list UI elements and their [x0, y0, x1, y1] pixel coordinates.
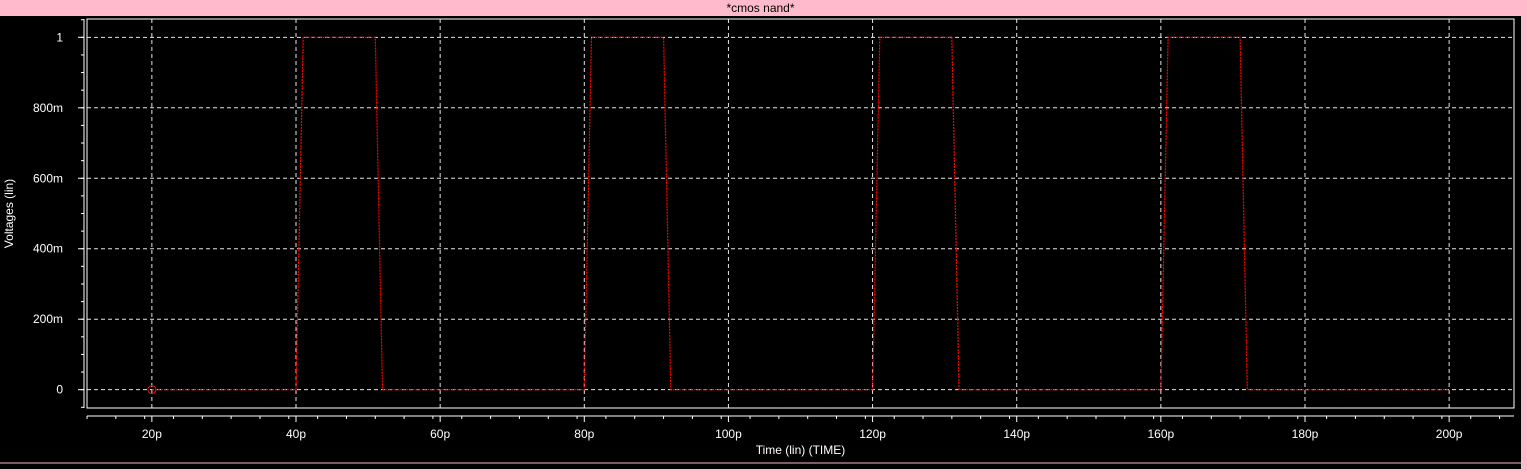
x-tick-label: 80p	[574, 427, 594, 441]
x-tick-label: 100p	[715, 427, 742, 441]
x-tick-label: 60p	[430, 427, 450, 441]
y-tick-label: 0	[56, 383, 63, 397]
x-tick-label: 140p	[1003, 427, 1030, 441]
x-axis: 20p 40p 60p 80p 100p 120p 140p 160p 180p 200p	[86, 416, 1501, 441]
y-tick-label: 400m	[33, 242, 63, 256]
grid-lines	[87, 19, 1514, 408]
series-trace	[151, 36, 1450, 391]
plot-frame	[0, 18, 1521, 464]
plot-border	[86, 18, 1515, 409]
waveform-chart[interactable]: 20p 40p 60p 80p 100p 120p 140p 160p 180p 200p 0 20…	[0, 0, 1521, 469]
series-group	[147, 36, 1450, 395]
y-axis-label: Voltages (lin)	[2, 179, 16, 248]
y-tick-label: 600m	[33, 171, 63, 185]
x-tick-label: 200p	[1436, 427, 1463, 441]
y-tick-label: 200m	[33, 312, 63, 326]
x-tick-label: 40p	[286, 427, 306, 441]
x-tick-label: 160p	[1148, 427, 1175, 441]
x-tick-label: 20p	[142, 427, 162, 441]
waveform-window: *cmos nand* 20p 40p 60p 80p 100p 120p 140p 160p…	[0, 0, 1527, 472]
x-tick-label: 180p	[1292, 427, 1319, 441]
y-tick-label: 1	[56, 30, 63, 44]
x-tick-label: 120p	[859, 427, 886, 441]
y-tick-label: 800m	[33, 101, 63, 115]
y-axis: 0 200m 400m 600m 800m 1	[33, 19, 84, 408]
x-axis-label: Time (lin) (TIME)	[756, 443, 846, 457]
